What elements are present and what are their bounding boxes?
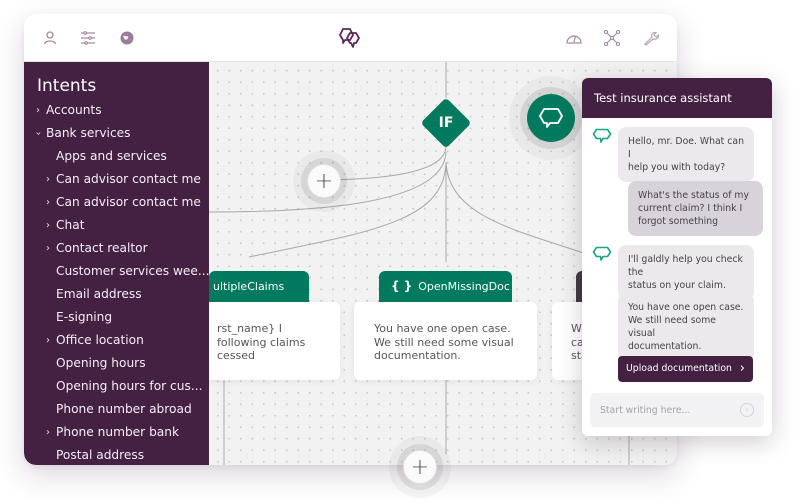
node-card[interactable]: rst_name} I following claims cessed	[209, 302, 340, 380]
dashboard-gauge-icon[interactable]	[564, 28, 584, 48]
if-condition-node[interactable]: IF	[420, 97, 472, 149]
tree-item[interactable]: › Office location	[24, 329, 209, 352]
chat-message-bot: You have one open case. We still need so…	[618, 293, 754, 361]
bot-response-node[interactable]	[527, 94, 575, 142]
node-tag-label: ultipleClaims	[213, 280, 285, 293]
user-icon[interactable]	[40, 28, 60, 48]
tree-item-accounts[interactable]: › Accounts	[24, 99, 209, 122]
chat-message-bot: Hello, mr. Doe. What can I help you with…	[618, 127, 754, 182]
tree-item[interactable]: › Chat	[24, 214, 209, 237]
tree-item[interactable]: Postal address	[24, 444, 209, 465]
add-node-button[interactable]: +	[307, 164, 341, 198]
globe-icon[interactable]	[117, 28, 137, 48]
intent-tree: › Accounts › Bank services Apps and servic…	[24, 99, 210, 465]
tree-item-label: Phone number bank	[56, 425, 180, 439]
chevron-right-icon: ›	[46, 220, 50, 231]
tree-item-label: Contact realtor	[56, 241, 148, 255]
speech-bubble-icon	[539, 108, 563, 128]
tree-item[interactable]: Opening hours for cus...	[24, 375, 209, 398]
sidebar-title: Intents	[37, 76, 97, 96]
chevron-right-icon: ›	[46, 335, 50, 346]
node-card[interactable]: You have one open case. We still need so…	[354, 302, 537, 380]
tree-item-label: Accounts	[46, 103, 102, 117]
chevron-right-icon: ›	[46, 243, 50, 254]
tree-item[interactable]: Customer services wee...	[24, 260, 210, 283]
tree-item[interactable]: Apps and services	[24, 145, 209, 168]
tree-item-label: Chat	[56, 218, 85, 232]
tree-item-label: Phone number abroad	[56, 402, 192, 416]
tree-item-label: E-signing	[56, 310, 113, 324]
bot-avatar-icon	[592, 246, 612, 262]
tree-item[interactable]: Phone number abroad	[24, 398, 209, 421]
node-tag-openmissingdoc[interactable]: { } OpenMissingDoc	[379, 271, 512, 302]
bot-avatar-icon	[592, 128, 612, 144]
node-tag-label: OpenMissingDoc	[418, 280, 510, 293]
if-label: IF	[438, 115, 454, 131]
network-icon[interactable]	[602, 28, 622, 48]
tree-item-label: Opening hours for cus...	[56, 379, 203, 393]
test-chat-panel: Test insurance assistant Hello, mr. Doe.…	[582, 78, 772, 436]
tree-item[interactable]: Opening hours	[24, 352, 209, 375]
app-window: Intents › Accounts › Bank services Apps an…	[24, 14, 677, 465]
tree-item-label: Can advisor contact me	[56, 172, 201, 186]
chat-message-input[interactable]	[590, 393, 764, 427]
top-toolbar	[24, 14, 677, 62]
chevron-down-icon: ›	[32, 131, 44, 136]
node-tag-multipleclaims[interactable]: ultipleClaims	[209, 271, 309, 302]
tree-item[interactable]: › Phone number bank	[24, 421, 209, 444]
tree-item-label: Postal address	[56, 448, 145, 462]
sliders-icon[interactable]	[78, 28, 98, 48]
upload-documentation-label: Upload documentation	[626, 363, 732, 374]
braces-icon: { }	[391, 279, 413, 293]
tree-item-label: Opening hours	[56, 356, 146, 370]
send-icon[interactable]: ›	[740, 403, 754, 417]
tree-item[interactable]: E-signing	[24, 306, 209, 329]
chevron-right-icon: ›	[46, 197, 50, 208]
tree-item-label: Apps and services	[56, 149, 167, 163]
connector-line	[248, 161, 447, 258]
tree-item-label: Office location	[56, 333, 144, 347]
add-node-button-bottom[interactable]: +	[403, 450, 437, 484]
tree-item-bank-services[interactable]: › Bank services	[24, 122, 209, 145]
chat-header-title: Test insurance assistant	[582, 78, 772, 118]
tree-item[interactable]: › Can advisor contact me	[24, 191, 209, 214]
chevron-right-icon: ›	[739, 361, 745, 376]
intents-sidebar: Intents › Accounts › Bank services Apps an…	[24, 62, 210, 465]
chevron-right-icon: ›	[36, 105, 40, 116]
tree-item-label: Email address	[56, 287, 142, 301]
tree-item-label: Customer services wee...	[56, 264, 210, 278]
tree-item[interactable]: Email address	[24, 283, 209, 306]
tree-item[interactable]: › Contact realtor	[24, 237, 209, 260]
chat-bubbles-logo	[337, 25, 363, 51]
chat-message-bot: I'll galdly help you check the status on…	[618, 245, 754, 300]
chevron-right-icon: ›	[46, 427, 50, 438]
tree-item-label: Can advisor contact me	[56, 195, 201, 209]
upload-documentation-button[interactable]: Upload documentation ›	[618, 356, 753, 382]
tree-item-label: Bank services	[46, 126, 131, 140]
chevron-right-icon: ›	[46, 174, 50, 185]
wrench-icon[interactable]	[641, 28, 661, 48]
tree-item[interactable]: › Can advisor contact me	[24, 168, 209, 191]
chat-message-user: What's the status of my current claim? I…	[628, 181, 763, 236]
